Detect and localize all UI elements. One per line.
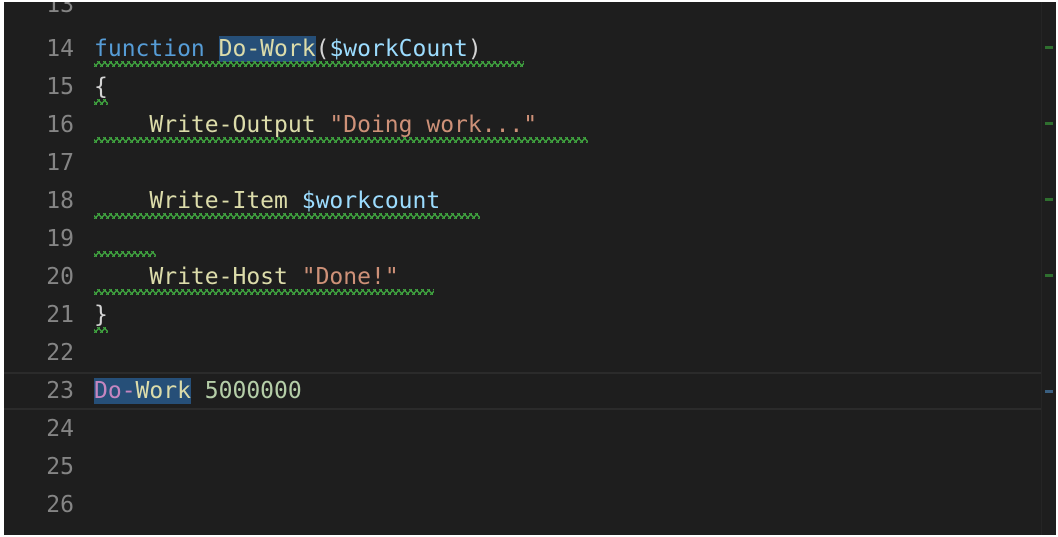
line-number: 16 — [46, 112, 74, 138]
line-number: 25 — [46, 454, 74, 480]
code-line[interactable]: 22 — [4, 334, 1056, 372]
code-line[interactable]: 26 — [4, 486, 1056, 524]
warning-squiggle — [94, 99, 108, 105]
line-number: 13 — [46, 2, 74, 18]
overview-ruler-warning-mark — [1045, 274, 1053, 277]
paren: ( — [315, 36, 330, 62]
string-literal: "Doing work..." — [329, 112, 538, 138]
vertical-scrollbar[interactable] — [1041, 2, 1056, 535]
warning-squiggle — [94, 289, 434, 295]
line-number: 26 — [46, 492, 74, 518]
parameter: $workCount — [329, 36, 468, 62]
overview-ruler-selection-mark — [1045, 390, 1053, 393]
code-line[interactable]: 25 — [4, 448, 1056, 486]
line-number: 21 — [46, 302, 74, 328]
warning-squiggle — [94, 137, 588, 143]
overview-ruler-warning-mark — [1045, 122, 1053, 125]
warning-squiggle — [94, 61, 524, 67]
code-line[interactable]: 20 Write-Host "Done!" — [4, 258, 1056, 296]
brace-close: } — [94, 302, 108, 328]
line-number: 24 — [46, 416, 74, 442]
warning-squiggle — [94, 327, 108, 333]
line-number: 15 — [46, 74, 74, 100]
function-call-name: Work — [135, 378, 191, 404]
function-name-highlighted: Do-Work — [218, 36, 316, 62]
line-number: 22 — [46, 340, 74, 366]
overview-ruler-warning-mark — [1045, 46, 1053, 49]
line-number: 20 — [46, 264, 74, 290]
code-line[interactable]: 14 function Do-Work($workCount) — [4, 30, 1056, 68]
cmdlet-write-output: Write-Output — [149, 112, 316, 138]
line-number: 19 — [46, 226, 74, 252]
cmdlet-write-item: Write-Item — [149, 188, 288, 214]
number-literal: 5000000 — [204, 378, 302, 404]
code-line[interactable]: 13 — [4, 2, 1056, 24]
code-line[interactable]: 24 — [4, 410, 1056, 448]
code-line[interactable]: 17 — [4, 144, 1056, 182]
line-number: 17 — [46, 150, 74, 176]
code-line[interactable]: 18 Write-Item $workcount — [4, 182, 1056, 220]
line-number: 23 — [46, 378, 74, 404]
overview-ruler-warning-mark — [1045, 198, 1053, 201]
brace-open: { — [94, 74, 108, 100]
warning-squiggle — [94, 213, 480, 219]
cmdlet-write-host: Write-Host — [149, 264, 288, 290]
keyword-function: function — [94, 36, 205, 62]
line-number: 18 — [46, 188, 74, 214]
code-line[interactable]: 19 — [4, 220, 1056, 258]
paren: ) — [467, 36, 482, 62]
function-call-prefix: Do- — [94, 378, 136, 404]
line-code[interactable]: Do-Work 5000000 — [94, 372, 302, 410]
warning-squiggle — [94, 251, 156, 257]
string-literal: "Done!" — [301, 264, 399, 290]
code-line[interactable]: 15 { — [4, 68, 1056, 106]
code-line[interactable]: 16 Write-Output "Doing work..." — [4, 106, 1056, 144]
code-editor[interactable]: 13 14 function Do-Work($workCount) 15 { … — [4, 2, 1056, 535]
variable: $workcount — [301, 188, 441, 214]
code-line[interactable]: 21 } — [4, 296, 1056, 334]
code-line-current[interactable]: 23 Do-Work 5000000 — [4, 372, 1056, 410]
line-number: 14 — [46, 36, 74, 62]
